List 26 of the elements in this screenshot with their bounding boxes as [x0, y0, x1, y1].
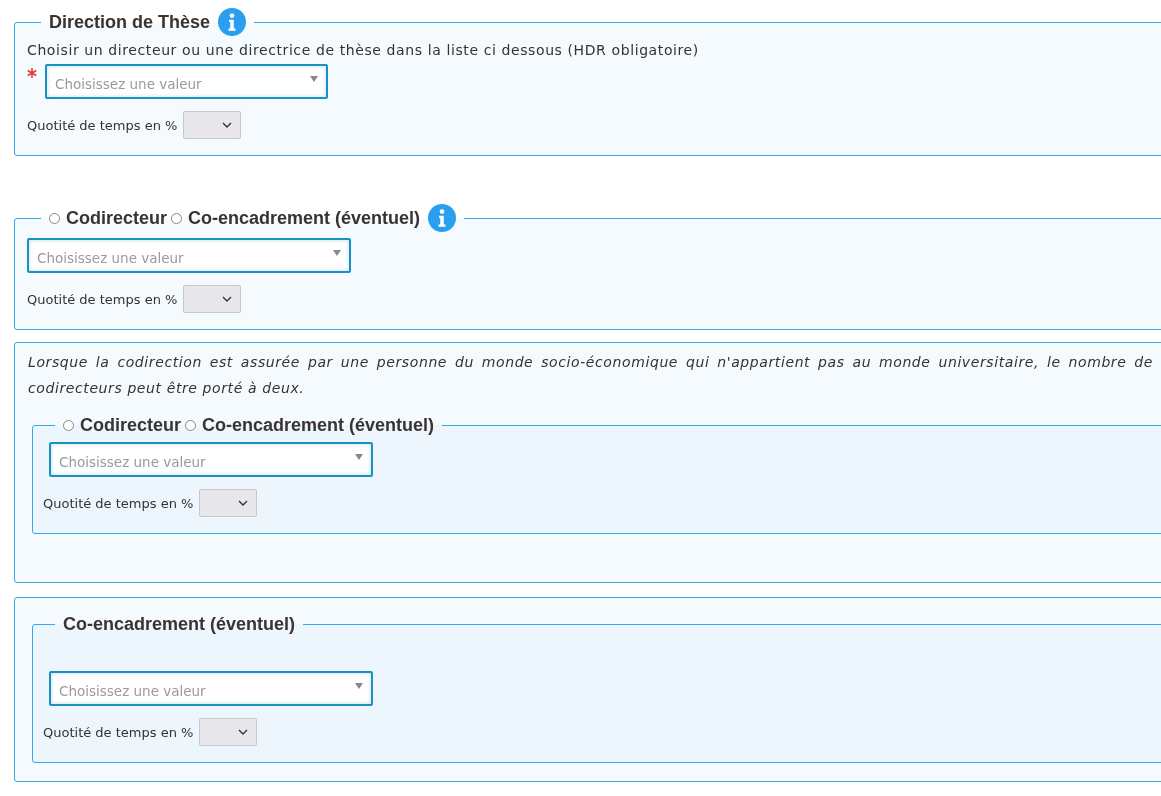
chevron-icon: [238, 500, 249, 506]
hint-text: Choisir un directeur ou une directrice de thèse dans la liste ci dessous (HDR obligatoire): [27, 42, 700, 58]
caret-icon: [355, 683, 363, 689]
chevron-icon: [222, 296, 233, 302]
section-title: Co-encadrement (éventuel): [63, 614, 296, 635]
field-label: Quotité de temps en %: [43, 495, 194, 511]
info-icon[interactable]: [218, 8, 247, 36]
caret-icon: [355, 454, 363, 460]
field-label: Quotité de temps en %: [43, 724, 194, 740]
note-text: Lorsque la codirection est assurée par une personne du monde socio-économique qui n'appartient pas au monde universitaire, le nombre de codirecteurs peut être porté à deux.: [28, 353, 1153, 398]
chevron-icon: [222, 122, 233, 128]
caret-icon: [310, 76, 318, 82]
radio-label[interactable]: Co-encadrement (éventuel): [202, 415, 435, 436]
radio-button[interactable]: [63, 420, 74, 431]
field-label: Quotité de temps en %: [27, 291, 178, 307]
radio-button[interactable]: [185, 420, 197, 431]
radio-label[interactable]: Codirecteur: [80, 415, 182, 436]
caret-icon: [333, 250, 341, 256]
info-icon[interactable]: [428, 204, 457, 232]
section-title: Direction de Thèse: [49, 11, 211, 33]
radio-label[interactable]: Co-encadrement (éventuel): [188, 207, 421, 229]
field-label: Quotité de temps en %: [27, 117, 178, 133]
radio-button[interactable]: [171, 212, 183, 224]
radio-label[interactable]: Codirecteur: [66, 207, 168, 229]
chevron-icon: [238, 729, 249, 735]
radio-button[interactable]: [49, 212, 60, 224]
